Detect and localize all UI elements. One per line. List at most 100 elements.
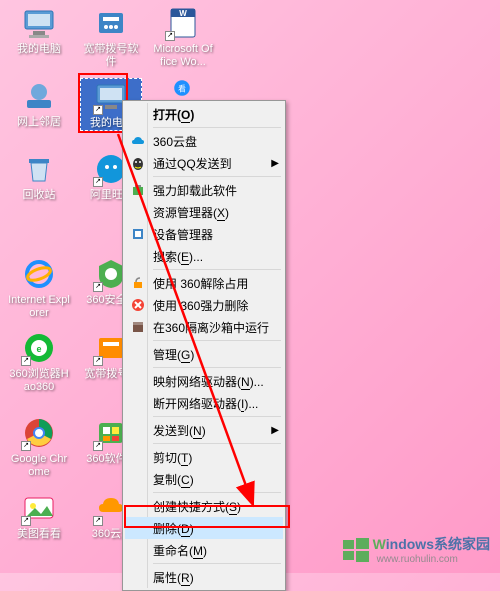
icon-label: 回收站 bbox=[8, 189, 70, 202]
icon-dialer[interactable]: 宽带拨号软件 bbox=[80, 5, 142, 69]
watermark: Windows系统家园 www.ruohulin.com bbox=[343, 534, 490, 565]
computer-icon bbox=[21, 5, 57, 41]
icon-label: Google Chrome bbox=[8, 453, 70, 479]
menu-360cloud[interactable]: 360云盘 bbox=[125, 130, 283, 152]
menu-separator bbox=[153, 443, 281, 444]
menu-explorer[interactable]: 资源管理器(X) bbox=[125, 201, 283, 223]
recycle-icon bbox=[21, 151, 57, 187]
menu-separator bbox=[153, 416, 281, 417]
menu-label: 断开网络驱动器(I)... bbox=[153, 395, 279, 412]
icon-360browser[interactable]: e ↗ 360浏览器Hao360 bbox=[8, 330, 70, 394]
menu-rename[interactable]: 重命名(M) bbox=[125, 539, 283, 561]
unlock-icon bbox=[129, 274, 147, 292]
icon-chrome[interactable]: ↗ Google Chrome bbox=[8, 415, 70, 479]
menu-label: 映射网络驱动器(N)... bbox=[153, 373, 279, 390]
icon-ie[interactable]: Internet Explorer bbox=[8, 256, 70, 320]
icon-label: Internet Explorer bbox=[8, 294, 70, 320]
qq-icon bbox=[129, 154, 147, 172]
svg-text:e: e bbox=[36, 344, 41, 354]
menu-label: 360云盘 bbox=[153, 133, 279, 150]
icon-label: 我的电脑 bbox=[8, 43, 70, 56]
shortcut-arrow-icon: ↗ bbox=[93, 441, 103, 451]
menu-separator bbox=[153, 269, 281, 270]
menu-qq-send[interactable]: 通过QQ发送到 ▶ bbox=[125, 152, 283, 174]
menu-device-mgr[interactable]: 设备管理器 bbox=[125, 223, 283, 245]
menu-360-unlock[interactable]: 使用 360解除占用 bbox=[125, 272, 283, 294]
menu-properties[interactable]: 属性(R) bbox=[125, 566, 283, 588]
windows-logo-icon bbox=[343, 538, 369, 562]
icon-label: 360浏览器Hao360 bbox=[8, 368, 70, 394]
menu-label: 管理(G) bbox=[153, 346, 279, 363]
menu-separator bbox=[153, 563, 281, 564]
uninstall-icon bbox=[129, 181, 147, 199]
menu-label: 复制(C) bbox=[153, 471, 279, 488]
submenu-arrow-icon: ▶ bbox=[271, 425, 279, 436]
icon-recycle-bin[interactable]: 回收站 bbox=[8, 151, 70, 202]
menu-separator bbox=[153, 340, 281, 341]
icon-my-computer[interactable]: 我的电脑 bbox=[8, 5, 70, 56]
menu-360-sandbox[interactable]: 在360隔离沙箱中运行 bbox=[125, 316, 283, 338]
delete-icon bbox=[129, 296, 147, 314]
icon-word[interactable]: W ↗ Microsoft Office Wo... bbox=[152, 5, 214, 69]
menu-label: 资源管理器(X) bbox=[153, 204, 279, 221]
meitu-icon: ↗ bbox=[21, 490, 57, 526]
browser-icon: e ↗ bbox=[21, 330, 57, 366]
icon-label: 宽带拨号软件 bbox=[80, 43, 142, 69]
icon-label: 网上邻居 bbox=[8, 116, 70, 129]
shortcut-arrow-icon: ↗ bbox=[21, 356, 31, 366]
menu-label: 打开(O) bbox=[153, 106, 279, 123]
sandbox-icon bbox=[129, 318, 147, 336]
submenu-arrow-icon: ▶ bbox=[271, 158, 279, 169]
ie-icon bbox=[21, 256, 57, 292]
word-icon: W ↗ bbox=[165, 5, 201, 41]
dialer-icon bbox=[93, 5, 129, 41]
menu-copy[interactable]: 复制(C) bbox=[125, 468, 283, 490]
shortcut-arrow-icon: ↗ bbox=[93, 356, 103, 366]
menu-disconnect-drive[interactable]: 断开网络驱动器(I)... bbox=[125, 392, 283, 414]
menu-label: 在360隔离沙箱中运行 bbox=[153, 319, 279, 336]
watermark-url: www.ruohulin.com bbox=[377, 554, 490, 565]
shortcut-arrow-icon: ↗ bbox=[93, 177, 103, 187]
menu-uninstall[interactable]: 强力卸载此软件 bbox=[125, 179, 283, 201]
highlight-source bbox=[78, 73, 128, 133]
network-icon bbox=[21, 78, 57, 114]
highlight-target bbox=[124, 505, 290, 528]
shortcut-arrow-icon: ↗ bbox=[21, 441, 31, 451]
watermark-text: Windows系统家园 bbox=[373, 534, 490, 554]
menu-label: 通过QQ发送到 bbox=[153, 155, 271, 172]
menu-label: 重命名(M) bbox=[153, 542, 279, 559]
chrome-icon: ↗ bbox=[21, 415, 57, 451]
icon-meitu[interactable]: ↗ 美图看看 bbox=[8, 490, 70, 541]
icon-label: 美图看看 bbox=[8, 528, 70, 541]
shortcut-arrow-icon: ↗ bbox=[165, 31, 175, 41]
menu-360-force-delete[interactable]: 使用 360强力删除 bbox=[125, 294, 283, 316]
menu-label: 属性(R) bbox=[153, 569, 279, 586]
shortcut-arrow-icon: ↗ bbox=[93, 516, 103, 526]
menu-open[interactable]: 打开(O) bbox=[125, 103, 283, 125]
menu-label: 使用 360解除占用 bbox=[153, 275, 279, 292]
shortcut-arrow-icon: ↗ bbox=[21, 516, 31, 526]
menu-label: 使用 360强力删除 bbox=[153, 297, 279, 314]
menu-separator bbox=[153, 367, 281, 368]
menu-label: 发送到(N) bbox=[153, 422, 271, 439]
shortcut-arrow-icon: ↗ bbox=[93, 282, 103, 292]
menu-separator bbox=[153, 176, 281, 177]
icon-network-places[interactable]: 网上邻居 bbox=[8, 78, 70, 129]
menu-label: 设备管理器 bbox=[153, 226, 279, 243]
menu-separator bbox=[153, 127, 281, 128]
svg-text:看: 看 bbox=[178, 84, 186, 93]
cloud-icon bbox=[129, 132, 147, 150]
menu-cut[interactable]: 剪切(T) bbox=[125, 446, 283, 468]
menu-send-to[interactable]: 发送到(N) ▶ bbox=[125, 419, 283, 441]
menu-label: 剪切(T) bbox=[153, 449, 279, 466]
menu-map-drive[interactable]: 映射网络驱动器(N)... bbox=[125, 370, 283, 392]
menu-separator bbox=[153, 492, 281, 493]
menu-label: 强力卸载此软件 bbox=[153, 182, 279, 199]
menu-manage[interactable]: 管理(G) bbox=[125, 343, 283, 365]
device-icon bbox=[129, 225, 147, 243]
menu-search[interactable]: 搜索(E)... bbox=[125, 245, 283, 267]
icon-label: Microsoft Office Wo... bbox=[152, 43, 214, 69]
menu-label: 搜索(E)... bbox=[153, 248, 279, 265]
partial-icon: 看 bbox=[172, 78, 192, 101]
svg-text:W: W bbox=[179, 9, 187, 18]
